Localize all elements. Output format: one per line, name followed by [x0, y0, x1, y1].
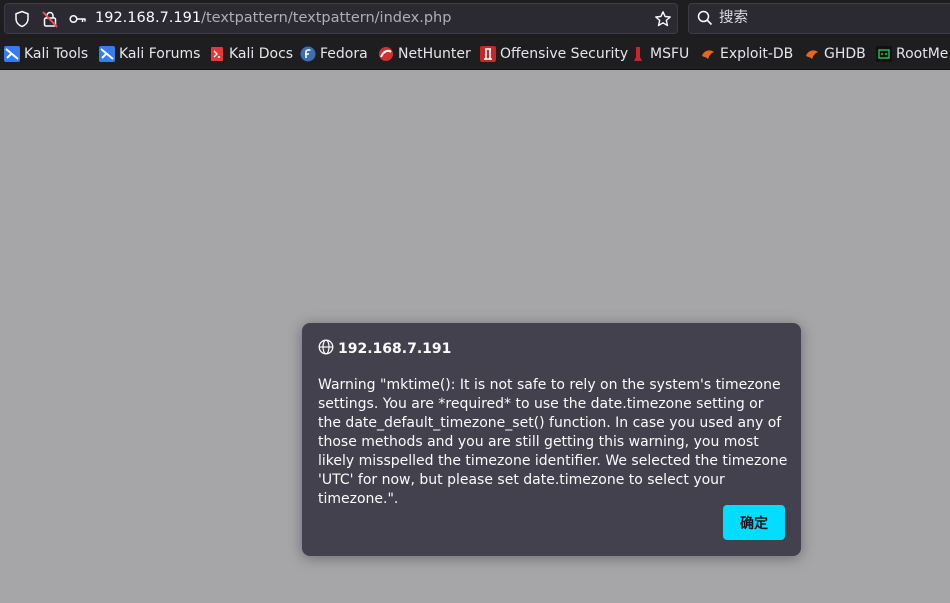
bookmark-label: MSFU	[650, 46, 690, 62]
bookmark-fedora[interactable]: Fedora	[300, 38, 368, 69]
url-host: 192.168.7.191	[95, 10, 202, 26]
kali-docs-icon	[209, 46, 225, 62]
bookmark-kali-tools[interactable]: Kali Tools	[4, 38, 89, 69]
kali-tools-icon	[4, 46, 20, 62]
bookmark-offensive-security[interactable]: Offensive Security	[480, 38, 629, 69]
shield-icon[interactable]	[13, 4, 31, 33]
bookmarks-toolbar: Kali Tools Kali Forums Kali Docs Fedora …	[0, 38, 950, 70]
bookmark-ghdb[interactable]: GHDB	[804, 38, 866, 69]
bookmark-label: Fedora	[320, 46, 368, 62]
bookmark-label: Kali Docs	[229, 46, 294, 62]
url-text[interactable]: 192.168.7.191/textpattern/textpattern/in…	[95, 4, 451, 33]
nethunter-icon	[378, 46, 394, 62]
bookmark-label: Exploit-DB	[720, 46, 794, 62]
msfu-icon	[630, 46, 646, 62]
exploit-db-icon	[700, 46, 716, 62]
search-icon	[697, 10, 713, 30]
bookmark-label: GHDB	[824, 46, 866, 62]
search-bar[interactable]: 搜索	[688, 3, 950, 34]
bookmark-msfu[interactable]: MSFU	[630, 38, 690, 69]
bookmark-label: Kali Forums	[119, 46, 201, 62]
bookmark-label: Kali Tools	[24, 46, 89, 62]
fedora-icon	[300, 46, 316, 62]
url-bar[interactable]: 192.168.7.191/textpattern/textpattern/in…	[4, 3, 678, 34]
globe-icon	[318, 339, 334, 359]
key-icon[interactable]	[68, 4, 88, 33]
alert-dialog: 192.168.7.191 Warning "mktime(): It is n…	[302, 323, 801, 556]
bookmark-kali-forums[interactable]: Kali Forums	[99, 38, 201, 69]
kali-forums-icon	[99, 46, 115, 62]
search-placeholder: 搜索	[719, 10, 748, 26]
bookmark-label: RootMe	[896, 46, 949, 62]
bookmark-star-icon[interactable]	[653, 4, 673, 33]
bookmark-rootme[interactable]: RootMe	[876, 38, 949, 69]
offensive-security-icon	[480, 46, 496, 62]
bookmark-exploit-db[interactable]: Exploit-DB	[700, 38, 794, 69]
dialog-title: 192.168.7.191	[338, 341, 452, 357]
bookmark-nethunter[interactable]: NetHunter	[378, 38, 471, 69]
bookmark-kali-docs[interactable]: Kali Docs	[209, 38, 294, 69]
dialog-header: 192.168.7.191	[318, 339, 451, 359]
url-path: /textpattern/textpattern/index.php	[201, 10, 452, 26]
insecure-lock-icon[interactable]	[41, 4, 59, 33]
browser-toolbar: 192.168.7.191/textpattern/textpattern/in…	[0, 0, 950, 38]
ghdb-icon	[804, 46, 820, 62]
ok-button[interactable]: 确定	[723, 505, 785, 540]
bookmark-label: Offensive Security	[500, 46, 629, 62]
dialog-message: Warning "mktime(): It is not safe to rel…	[318, 377, 788, 507]
rootme-icon	[876, 46, 892, 62]
bookmark-label: NetHunter	[398, 46, 471, 62]
